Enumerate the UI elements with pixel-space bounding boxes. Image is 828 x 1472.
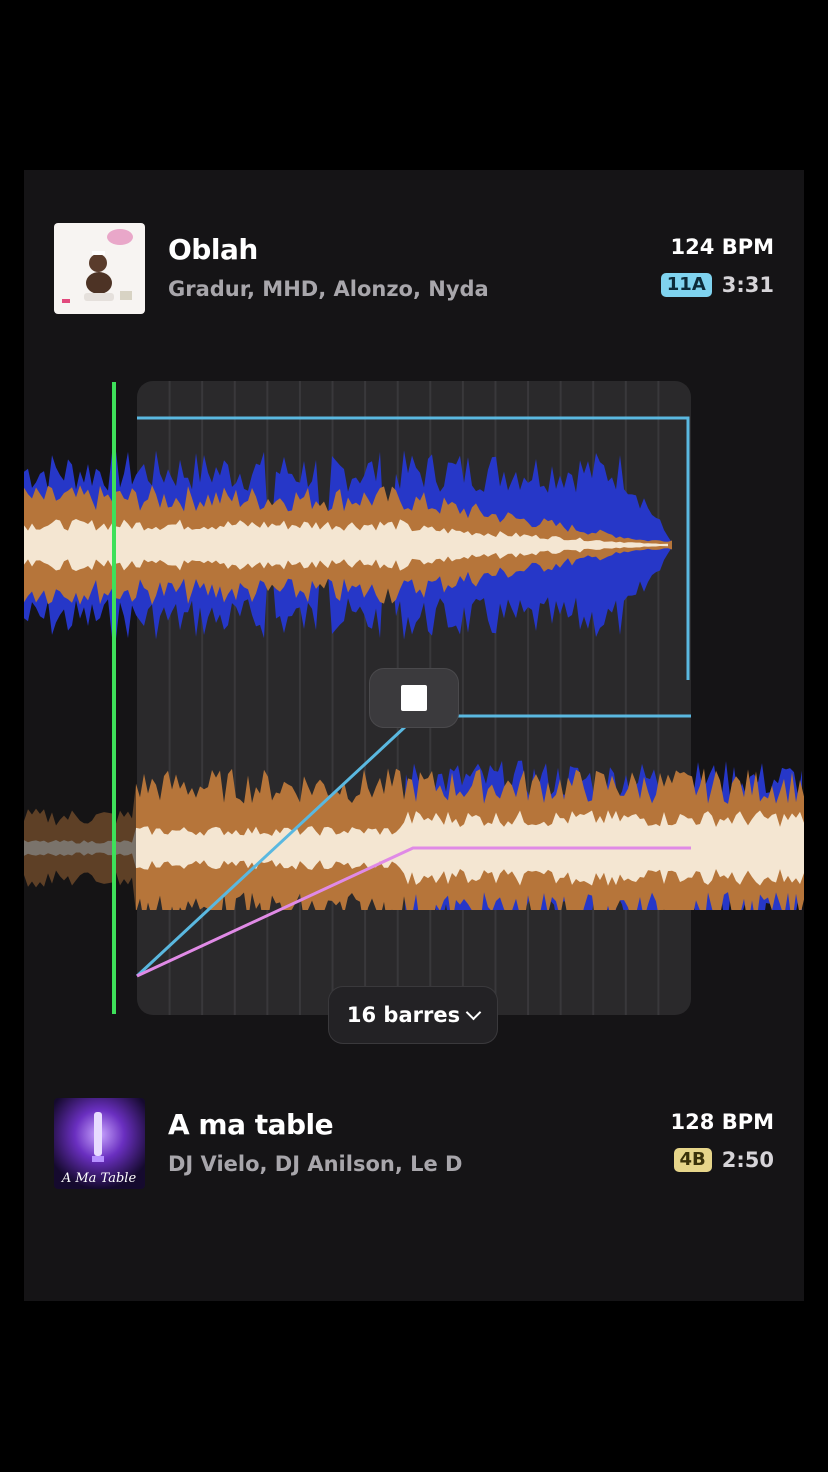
transition-length-label: 16 barres <box>346 1003 461 1027</box>
track-b-bpm: 128 BPM <box>670 1110 774 1134</box>
track-a-volume-curve <box>137 416 690 680</box>
svg-text:A Ma Table: A Ma Table <box>61 1171 137 1186</box>
stop-icon <box>401 685 427 711</box>
track-b-album-art: A Ma Table <box>54 1098 145 1189</box>
track-b-volume-curve <box>135 724 408 978</box>
track-b-header[interactable]: A Ma Table A ma table DJ Vielo, DJ Anils… <box>54 1098 774 1190</box>
chevron-down-icon <box>465 1004 482 1020</box>
track-b-artists: DJ Vielo, DJ Anilson, Le D <box>168 1152 463 1176</box>
transition-length-dropdown[interactable]: 16 barres <box>329 987 497 1043</box>
stop-button[interactable] <box>370 669 458 727</box>
track-b-duration: 2:50 <box>721 1148 774 1172</box>
track-b-meta: 4B 2:50 <box>673 1148 774 1172</box>
track-b-eq-curve <box>136 846 691 978</box>
track-b-key-badge: 4B <box>673 1148 712 1172</box>
transition-panel: Oblah Gradur, MHD, Alonzo, Nyda 124 BPM … <box>24 170 804 1301</box>
track-b-title: A ma table <box>168 1108 334 1141</box>
